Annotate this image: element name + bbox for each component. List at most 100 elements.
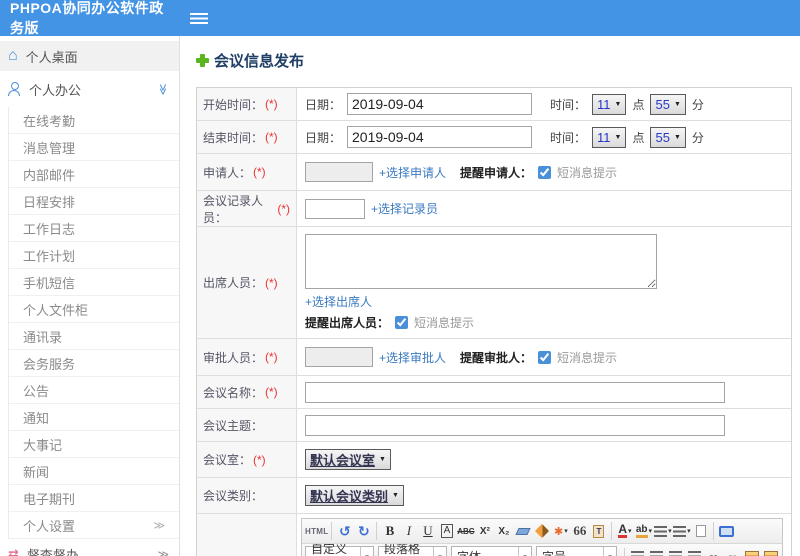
chevron-double-right-icon: ≫: [153, 519, 165, 532]
auto-typeset-icon[interactable]: ✱ ▾: [551, 521, 570, 541]
align-right-icon[interactable]: [666, 547, 685, 556]
custom-title-select[interactable]: 自定义标题▾: [305, 544, 374, 556]
row-attendees: 出席人员： (*) +选择出席人 提醒出席人员： 短消息提示: [197, 227, 791, 339]
insert-image-icon[interactable]: [742, 547, 761, 556]
required-marker: (*): [265, 385, 278, 399]
sidebar-item-personal-settings[interactable]: 个人设置 ≫: [9, 512, 179, 539]
start-hour-select[interactable]: 11 ▼: [592, 93, 627, 115]
ordered-list-icon[interactable]: ▾: [653, 521, 672, 541]
new-page-icon[interactable]: [691, 521, 710, 541]
required-marker: (*): [265, 350, 278, 364]
unordered-list-icon[interactable]: ▾: [672, 521, 691, 541]
paste-as-text-icon[interactable]: T: [589, 521, 608, 541]
sidebar-item-sms[interactable]: 手机短信: [9, 269, 179, 296]
meeting-type-select[interactable]: 默认会议类别 ▼: [305, 485, 404, 506]
bold-icon[interactable]: B: [380, 521, 399, 541]
sidebar-item-messages[interactable]: 消息管理: [9, 134, 179, 161]
meeting-subject-input[interactable]: [305, 414, 725, 436]
sidebar-item-desktop[interactable]: ⌂ 个人桌面: [0, 41, 179, 71]
required-marker: (*): [253, 165, 266, 179]
font-color-icon[interactable]: A ▾: [615, 521, 634, 541]
blockquote-icon[interactable]: 66: [570, 521, 589, 541]
strikethrough-icon[interactable]: ABC: [456, 521, 475, 541]
html-source-button[interactable]: HTML: [305, 521, 328, 541]
underline-icon[interactable]: U: [418, 521, 437, 541]
row-applicant: 申请人： (*) +选择申请人 提醒申请人： 短消息提示: [197, 154, 791, 191]
meeting-form: 开始时间：(*) 日期： 时间： 11▼ 点 55▼ 分 结束时间：(*) 日期…: [196, 87, 792, 556]
fullscreen-icon[interactable]: [717, 521, 736, 541]
redo-icon[interactable]: ↻: [354, 521, 373, 541]
required-marker: (*): [265, 130, 278, 144]
end-date-input[interactable]: [347, 126, 533, 148]
required-marker: (*): [253, 452, 266, 467]
approver-sms-checkbox[interactable]: [538, 350, 552, 364]
approver-input[interactable]: [305, 347, 373, 367]
insert-media-icon[interactable]: [780, 547, 782, 556]
sidebar-item-news[interactable]: 新闻: [9, 458, 179, 485]
row-recorder: 会议记录人员： (*) +选择记录员: [197, 191, 791, 227]
sidebar-item-file-cabinet[interactable]: 个人文件柜: [9, 296, 179, 323]
page-title: 会议信息发布: [196, 50, 800, 71]
sidebar-item-contacts[interactable]: 通讯录: [9, 323, 179, 350]
sidebar-item-announcement[interactable]: 公告: [9, 377, 179, 404]
sidebar-item-schedule[interactable]: 日程安排: [9, 188, 179, 215]
applicant-input[interactable]: [305, 162, 373, 182]
font-family-select[interactable]: 字体▾: [451, 546, 532, 556]
insert-link-icon[interactable]: ∞: [704, 547, 723, 556]
sidebar-item-meeting-service[interactable]: 会务服务: [9, 350, 179, 377]
row-meeting-name: 会议名称： (*): [197, 376, 791, 409]
hamburger-menu-icon[interactable]: [190, 12, 208, 24]
font-size-select[interactable]: 字号▾: [536, 546, 617, 556]
align-justify-icon[interactable]: [685, 547, 704, 556]
sidebar-item-internal-mail[interactable]: 内部邮件: [9, 161, 179, 188]
select-approver-link[interactable]: +选择审批人: [379, 349, 446, 366]
undo-icon[interactable]: ↺: [335, 521, 354, 541]
caret-down-icon: ▼: [673, 133, 681, 141]
format-painter-icon[interactable]: [532, 521, 551, 541]
sidebar-item-label: 个人桌面: [25, 49, 78, 65]
end-minute-select[interactable]: 55 ▼: [650, 126, 686, 148]
required-marker: (*): [277, 201, 290, 216]
sidebar-item-supervision[interactable]: ⇄ 督查督办 ≫: [0, 539, 179, 556]
superscript-icon[interactable]: X²: [475, 521, 494, 541]
recorder-input[interactable]: [305, 198, 365, 219]
italic-icon[interactable]: I: [399, 521, 418, 541]
remove-link-icon[interactable]: ∞: [723, 547, 742, 556]
select-attendees-link[interactable]: +选择出席人: [305, 293, 372, 310]
sidebar-item-attendance[interactable]: 在线考勤: [9, 107, 179, 134]
remove-format-icon[interactable]: [513, 521, 532, 541]
select-recorder-link[interactable]: +选择记录员: [371, 200, 438, 217]
paragraph-format-select[interactable]: 段落格式▾: [378, 544, 447, 556]
chevron-double-down-icon: ≫: [156, 83, 169, 95]
applicant-sms-checkbox[interactable]: [538, 165, 552, 179]
sidebar-item-work-plan[interactable]: 工作计划: [9, 242, 179, 269]
attendees-sms-checkbox[interactable]: [395, 316, 409, 329]
sidebar-item-personal-office[interactable]: 个人办公 ≫: [0, 71, 179, 107]
sidebar-item-events[interactable]: 大事记: [9, 431, 179, 458]
row-meeting-subject: 会议主题：: [197, 409, 791, 442]
align-left-icon[interactable]: [628, 547, 647, 556]
meeting-name-input[interactable]: [305, 381, 725, 403]
char-border-icon[interactable]: A: [437, 521, 456, 541]
sidebar-item-e-journal[interactable]: 电子期刊: [9, 485, 179, 512]
home-icon: ⌂: [8, 47, 18, 64]
attendees-textarea[interactable]: [305, 234, 657, 289]
select-applicant-link[interactable]: +选择申请人: [379, 164, 446, 181]
upload-image-icon[interactable]: [761, 547, 780, 556]
start-date-input[interactable]: [347, 93, 533, 115]
meeting-room-select[interactable]: 默认会议室 ▼: [305, 449, 391, 470]
user-icon: [8, 82, 21, 96]
align-center-icon[interactable]: [647, 547, 666, 556]
subscript-icon[interactable]: X₂: [494, 521, 513, 541]
top-bar: PHPOA协同办公软件政务版: [0, 0, 800, 36]
plus-icon: [196, 54, 209, 67]
start-minute-select[interactable]: 55 ▼: [650, 93, 686, 115]
sidebar-item-notice[interactable]: 通知: [9, 404, 179, 431]
caret-down-icon: ▾: [360, 547, 373, 556]
end-hour-select[interactable]: 11 ▼: [592, 126, 627, 148]
main-content: 会议信息发布 开始时间：(*) 日期： 时间： 11▼ 点 55▼ 分 结束时间…: [180, 36, 800, 556]
highlight-color-icon[interactable]: ab ▾: [634, 521, 653, 541]
row-meeting-room: 会议室： (*) 默认会议室 ▼: [197, 442, 791, 478]
row-editor: HTML ↺ ↻ B I U A ABC X² X₂ ✱ ▾ 66 T A ▾ …: [197, 514, 791, 556]
sidebar-item-work-log[interactable]: 工作日志: [9, 215, 179, 242]
